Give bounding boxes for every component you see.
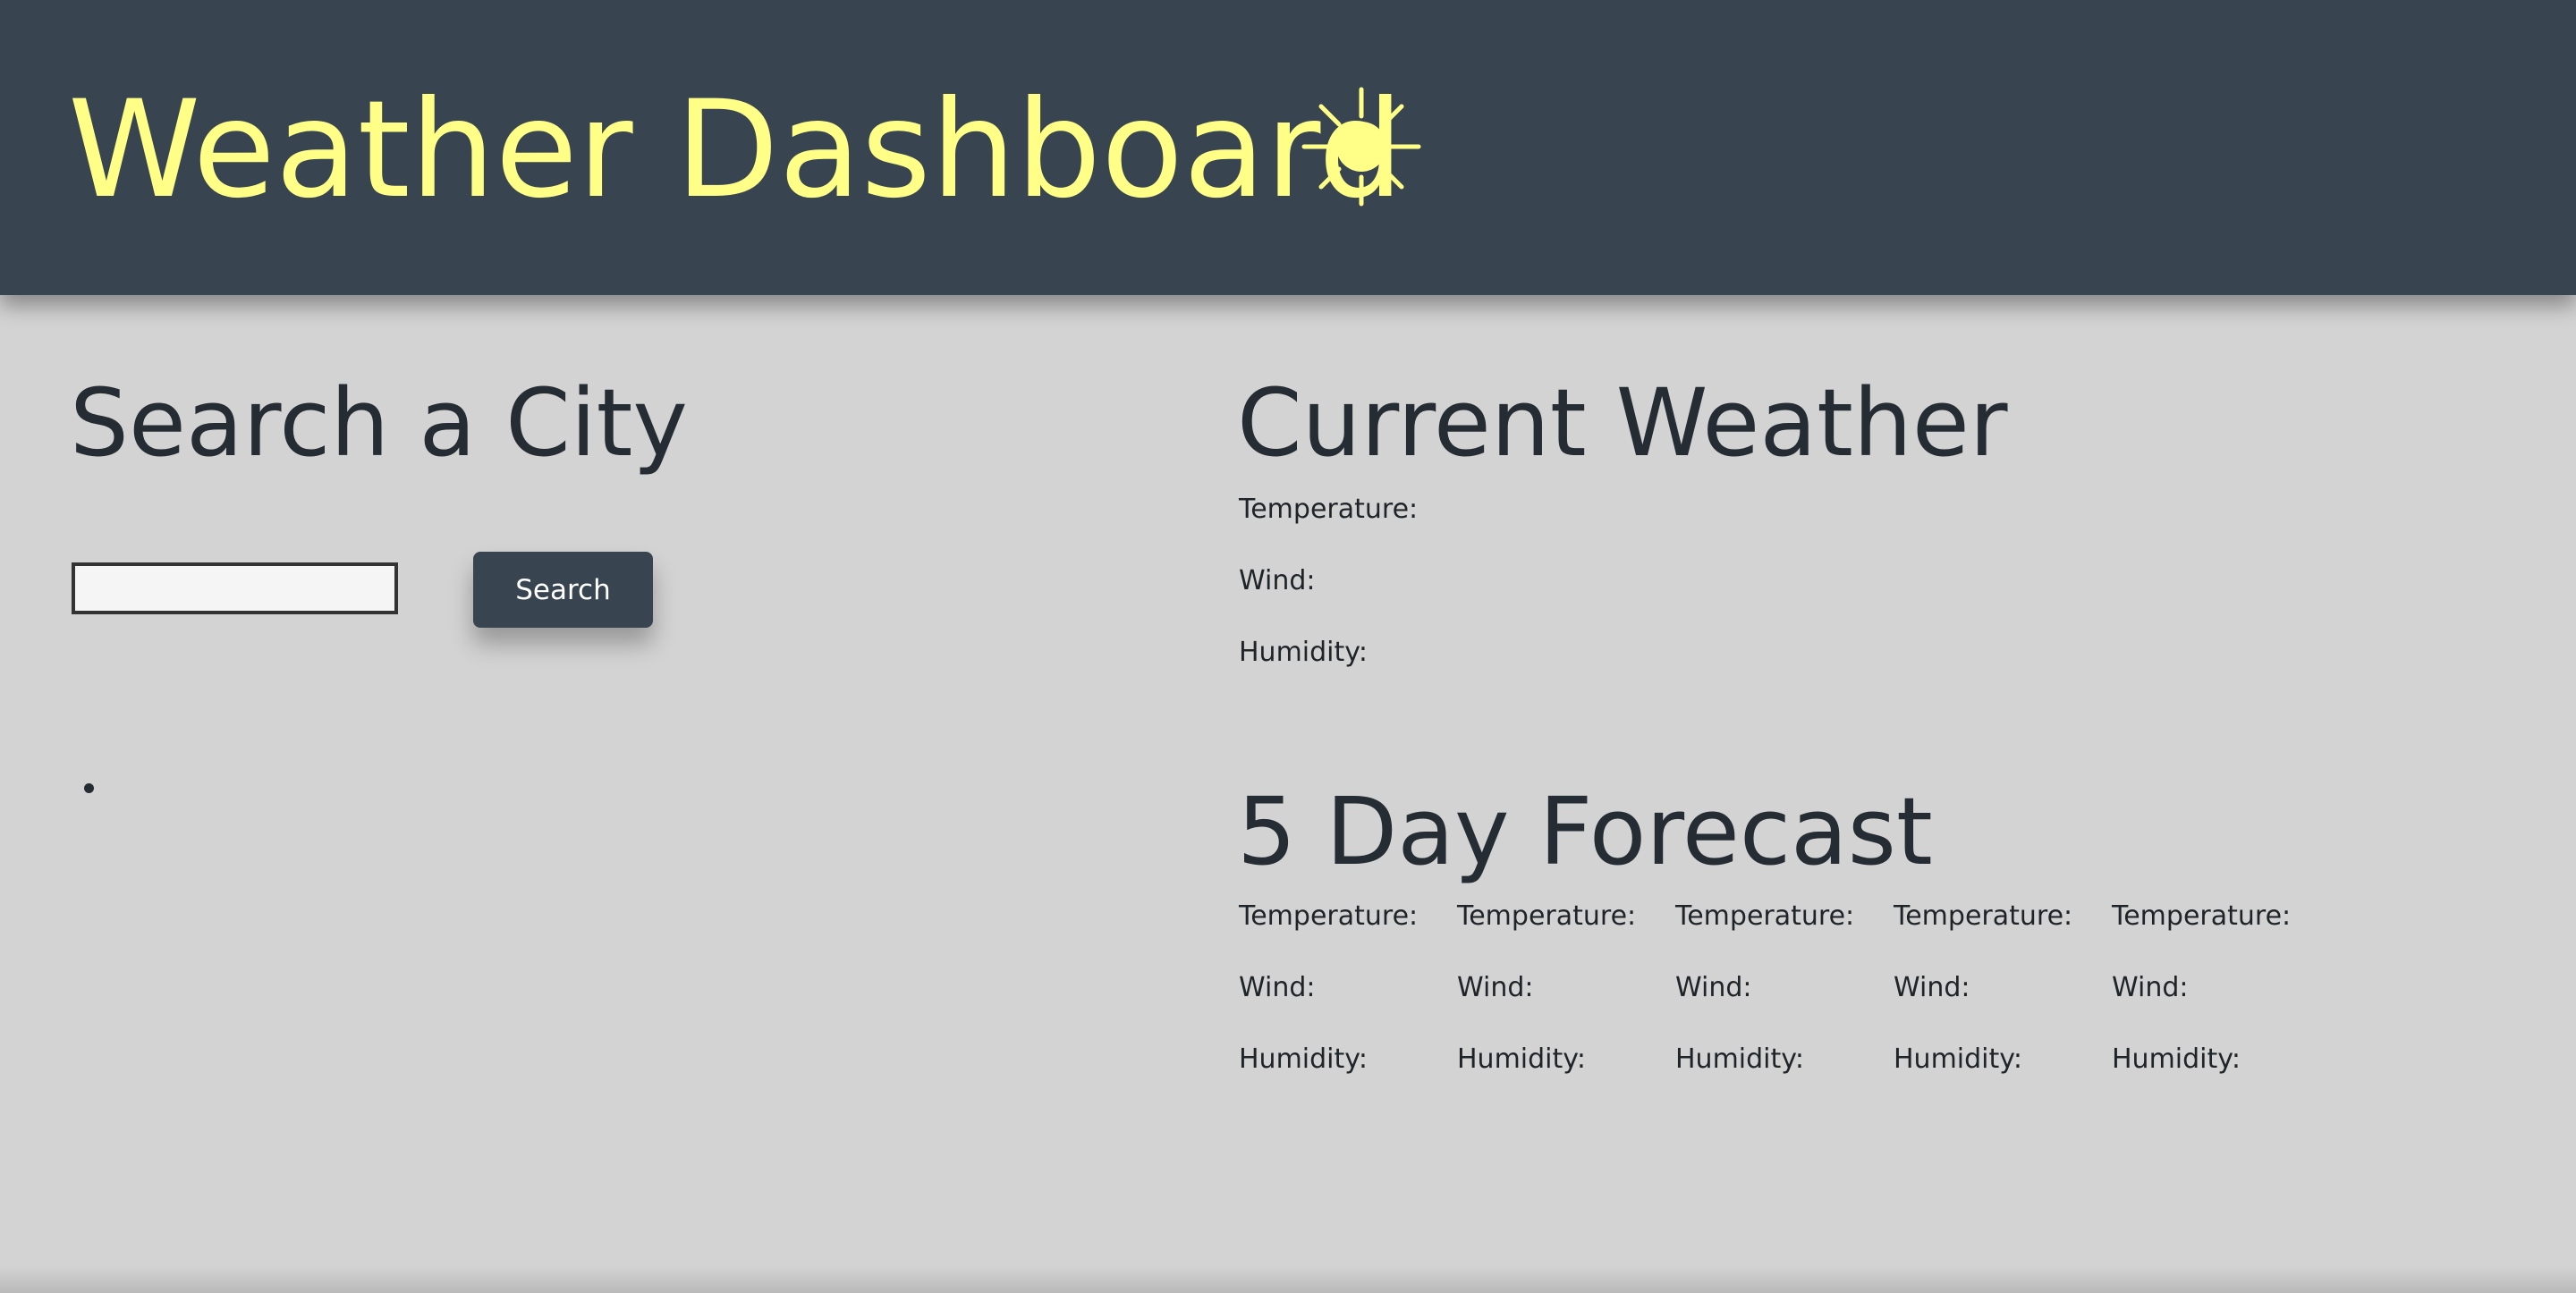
forecast-temperature-label: Temperature: bbox=[1675, 900, 1855, 932]
forecast-humidity-label: Humidity: bbox=[1675, 1044, 1804, 1075]
search-heading: Search a City bbox=[70, 368, 688, 477]
current-wind-label: Wind: bbox=[1239, 565, 1316, 596]
forecast-wind-label: Wind: bbox=[2112, 972, 2189, 1003]
sun-icon bbox=[1301, 87, 1421, 207]
forecast-day-card: Temperature: Wind: Humidity: bbox=[1457, 899, 1672, 1078]
forecast-day-card: Temperature: Wind: Humidity: bbox=[1239, 899, 1453, 1078]
current-temperature-label: Temperature: bbox=[1239, 494, 1419, 525]
forecast-day-card: Temperature: Wind: Humidity: bbox=[2112, 899, 2326, 1078]
forecast-wind-label: Wind: bbox=[1894, 972, 1970, 1003]
forecast-day-card: Temperature: Wind: Humidity: bbox=[1675, 899, 1890, 1078]
page-title: Weather Dashboard bbox=[68, 72, 1404, 228]
page: Weather Dashboard Search a City Search C… bbox=[0, 0, 2576, 1293]
search-button[interactable]: Search bbox=[473, 552, 653, 628]
forecast-wind-label: Wind: bbox=[1675, 972, 1752, 1003]
bottom-shadow bbox=[0, 1266, 2576, 1293]
search-history-list bbox=[70, 769, 109, 823]
current-weather-heading: Current Weather bbox=[1237, 368, 2008, 477]
city-search-input[interactable] bbox=[72, 562, 398, 614]
forecast-temperature-label: Temperature: bbox=[1239, 900, 1419, 932]
forecast-humidity-label: Humidity: bbox=[1894, 1044, 2022, 1075]
forecast-temperature-label: Temperature: bbox=[1457, 900, 1637, 932]
header-bar: Weather Dashboard bbox=[0, 0, 2576, 295]
forecast-wind-label: Wind: bbox=[1239, 972, 1316, 1003]
current-humidity-label: Humidity: bbox=[1239, 637, 1368, 668]
forecast-humidity-label: Humidity: bbox=[1457, 1044, 1586, 1075]
forecast-wind-label: Wind: bbox=[1457, 972, 1534, 1003]
forecast-temperature-label: Temperature: bbox=[2112, 900, 2292, 932]
forecast-humidity-label: Humidity: bbox=[2112, 1044, 2241, 1075]
forecast-temperature-label: Temperature: bbox=[1894, 900, 2073, 932]
forecast-heading: 5 Day Forecast bbox=[1237, 777, 1933, 886]
forecast-humidity-label: Humidity: bbox=[1239, 1044, 1368, 1075]
forecast-day-card: Temperature: Wind: Humidity: bbox=[1894, 899, 2108, 1078]
